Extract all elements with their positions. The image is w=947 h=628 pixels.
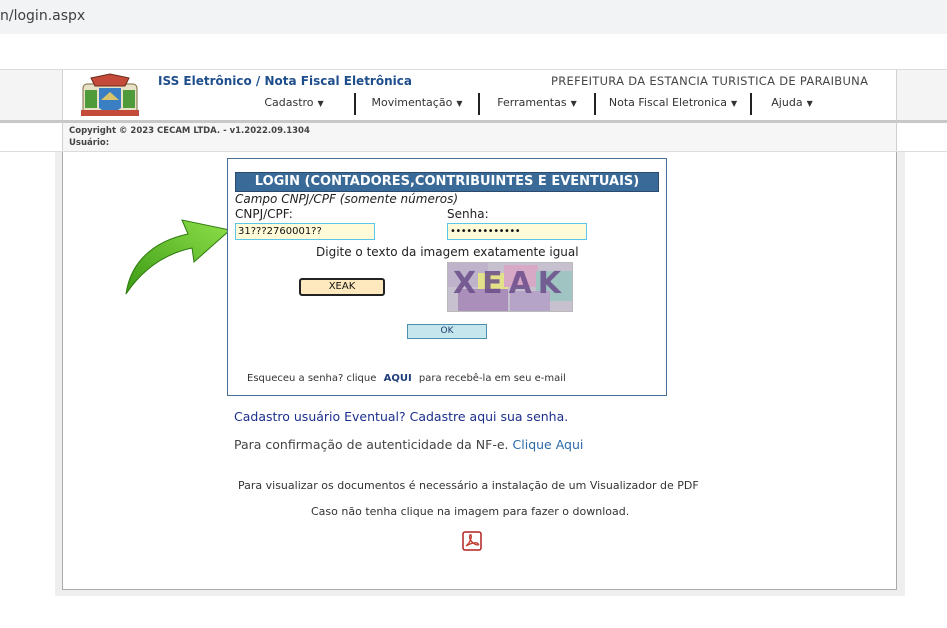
nfe-confirmation-line: Para confirmação de autenticidade da NF-… <box>234 437 583 452</box>
nav-movimentacao[interactable]: Movimentação ▼ <box>356 93 480 115</box>
nav-label: Nota Fiscal Eletronica <box>608 96 727 109</box>
app-title: ISS Eletrônico / Nota Fiscal Eletrônica <box>158 74 412 88</box>
ok-button[interactable]: OK <box>407 324 487 339</box>
password-input[interactable]: ••••••••••••• <box>447 223 587 240</box>
site-header: ISS Eletrônico / Nota Fiscal Eletrônica … <box>0 69 947 124</box>
forgot-prefix: Esqueceu a senha? clique <box>247 373 377 384</box>
nav-label: Movimentação <box>371 96 453 109</box>
main-nav: Cadastro ▼ Movimentação ▼ Ferramentas ▼ Not… <box>234 93 832 115</box>
login-title: LOGIN (CONTADORES,CONTRIBUINTES E EVENTU… <box>235 172 659 192</box>
city-coat-of-arms-logo <box>81 73 139 116</box>
captcha-hint: Digite o texto da imagem exatamente igua… <box>316 245 579 259</box>
browser-address-bar[interactable]: n/login.aspx <box>0 0 947 34</box>
nav-ferramentas[interactable]: Ferramentas ▼ <box>480 93 596 115</box>
info-bar: Copyright © 2023 CECAM LTDA. - v1.2022.0… <box>0 123 947 152</box>
pdf-viewer-note: Para visualizar os documentos é necessár… <box>238 479 699 492</box>
captcha-text: XEAK <box>452 266 568 301</box>
forgot-password-line: Esqueceu a senha? clique AQUI para receb… <box>247 373 566 384</box>
nav-cadastro[interactable]: Cadastro ▼ <box>234 93 356 115</box>
forgot-password-link[interactable]: AQUI <box>384 373 412 384</box>
chevron-down-icon: ▼ <box>317 99 324 108</box>
copyright-block: Copyright © 2023 CECAM LTDA. - v1.2022.0… <box>69 125 310 149</box>
user-label: Usuário: <box>69 138 110 148</box>
info-bar-inner: Copyright © 2023 CECAM LTDA. - v1.2022.0… <box>62 123 897 151</box>
pdf-download-note: Caso não tenha clique na imagem para faz… <box>311 505 630 518</box>
chevron-down-icon: ▼ <box>456 99 463 108</box>
nav-label: Cadastro <box>264 96 314 109</box>
captcha-image: XEAK <box>447 262 573 312</box>
green-arrow-icon <box>125 219 232 295</box>
cnpj-input[interactable]: 31???2760001?? <box>235 223 375 240</box>
copyright-text: Copyright © 2023 CECAM LTDA. - v1.2022.0… <box>69 126 310 136</box>
chevron-down-icon: ▼ <box>806 99 813 108</box>
eventual-user-link[interactable]: Cadastro usuário Eventual? Cadastre aqui… <box>234 409 568 424</box>
url-text[interactable]: n/login.aspx <box>0 8 85 24</box>
nav-nota-fiscal[interactable]: Nota Fiscal Eletronica ▼ <box>596 93 752 115</box>
chevron-down-icon: ▼ <box>570 99 577 108</box>
login-box: LOGIN (CONTADORES,CONTRIBUINTES E EVENTU… <box>227 158 667 396</box>
captcha-input[interactable]: XEAK <box>299 278 385 296</box>
confirm-link[interactable]: Clique Aqui <box>513 437 584 452</box>
pdf-download-icon[interactable] <box>462 531 482 551</box>
nav-label: Ajuda <box>771 96 803 109</box>
nav-label: Ferramentas <box>497 96 567 109</box>
senha-label: Senha: <box>447 207 489 221</box>
cnpj-label: CNPJ/CPF: <box>235 207 293 221</box>
confirm-prefix: Para confirmação de autenticidade da NF-… <box>234 437 509 452</box>
forgot-suffix: para recebê-la em seu e-mail <box>418 373 566 384</box>
nav-ajuda[interactable]: Ajuda ▼ <box>752 93 832 115</box>
cnpj-hint: Campo CNPJ/CPF (somente números) <box>235 192 459 206</box>
chevron-down-icon: ▼ <box>730 99 738 108</box>
city-name: PREFEITURA DA ESTANCIA TURISTICA DE PARA… <box>551 74 869 88</box>
